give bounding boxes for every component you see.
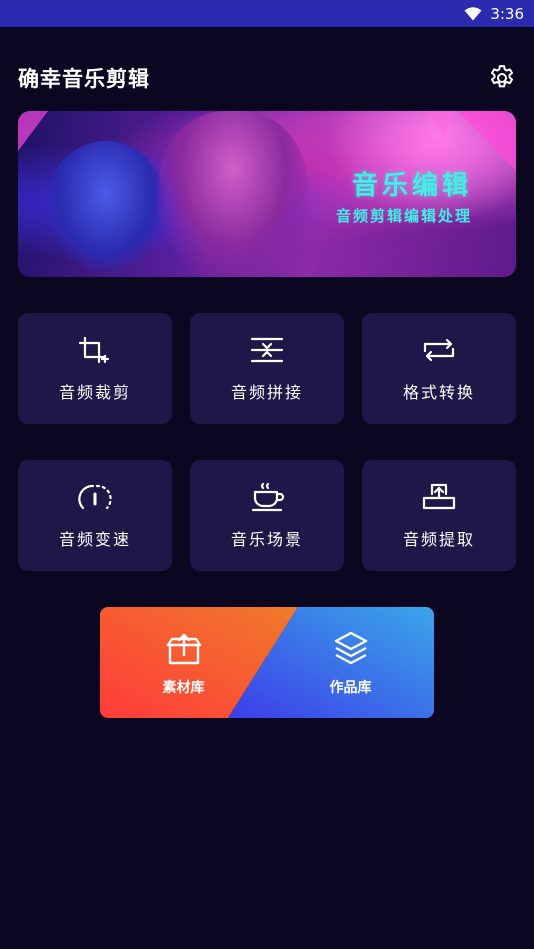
banner-subtitle: 音频剪辑编辑处理	[335, 207, 472, 225]
tool-label: 音频拼接	[230, 382, 303, 402]
tool-label: 音频提取	[402, 529, 475, 549]
tool-grid: 音频裁剪 音频拼接 格式转换 音频变速 音乐场景 音频提取	[18, 313, 516, 571]
tool-label: 音频变速	[58, 529, 131, 549]
crop-icon	[78, 336, 110, 363]
gear-icon	[491, 65, 513, 88]
convert-icon	[423, 338, 455, 361]
layers-icon	[334, 631, 367, 664]
speed-icon	[78, 484, 112, 509]
status-bar: 3:36	[0, 0, 534, 27]
tool-audio-extract[interactable]: 音频提取	[362, 460, 516, 571]
tool-audio-crop[interactable]: 音频裁剪	[18, 313, 172, 424]
header: 确幸音乐剪辑	[18, 55, 518, 101]
library-panel: 素材库 作品库	[100, 607, 434, 718]
app-title: 确幸音乐剪辑	[18, 67, 150, 91]
banner-title: 音乐编辑	[351, 171, 472, 201]
extract-icon	[422, 483, 456, 509]
works-library-label: 作品库	[329, 679, 372, 696]
status-time: 3:36	[490, 4, 524, 23]
tool-format-convert[interactable]: 格式转换	[362, 313, 516, 424]
tool-audio-speed[interactable]: 音频变速	[18, 460, 172, 571]
material-library-button[interactable]: 素材库	[100, 607, 267, 718]
merge-icon	[250, 337, 284, 362]
tool-audio-merge[interactable]: 音频拼接	[190, 313, 344, 424]
banner-figure-left	[46, 141, 166, 271]
box-icon	[166, 633, 201, 664]
wifi-icon	[464, 6, 482, 20]
tool-label: 音频裁剪	[58, 382, 131, 402]
tool-label: 音乐场景	[230, 529, 303, 549]
material-library-label: 素材库	[162, 679, 205, 696]
tool-music-scene[interactable]: 音乐场景	[190, 460, 344, 571]
works-library-button[interactable]: 作品库	[267, 607, 434, 718]
hero-banner[interactable]: 音乐编辑 音频剪辑编辑处理	[18, 111, 516, 277]
coffee-cup-icon	[251, 482, 285, 511]
settings-button[interactable]	[486, 62, 518, 94]
banner-figure-center	[158, 111, 308, 277]
tool-label: 格式转换	[402, 382, 475, 402]
